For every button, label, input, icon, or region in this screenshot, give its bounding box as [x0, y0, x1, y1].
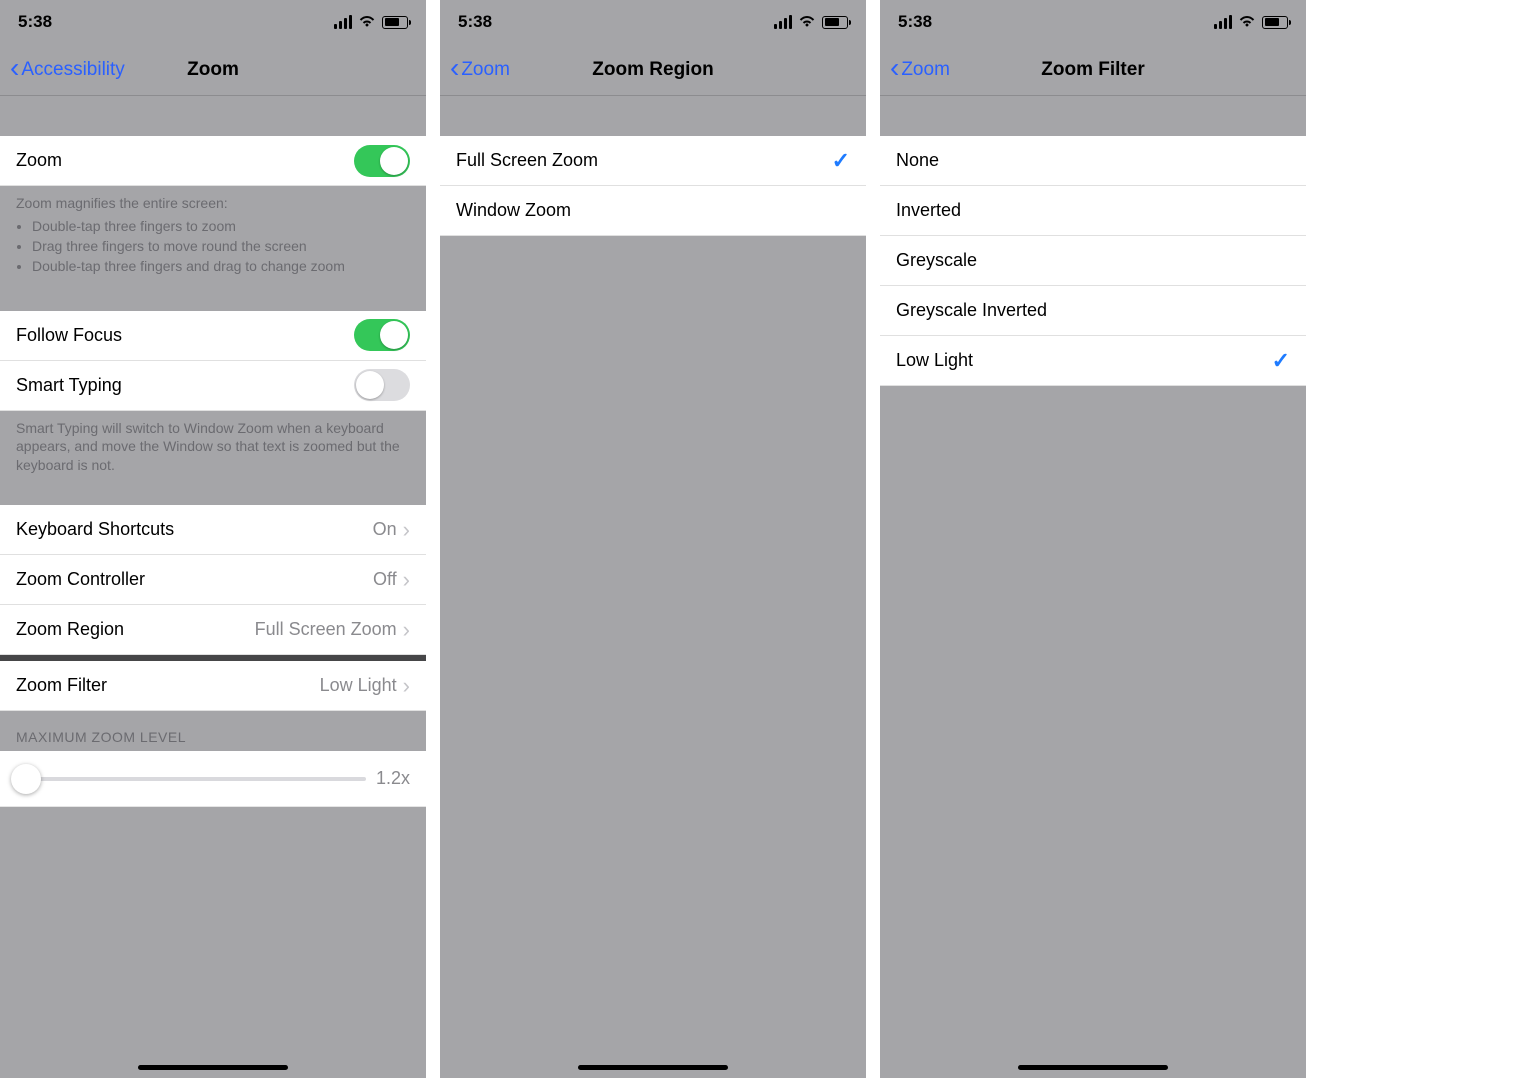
row-value: Off [373, 569, 397, 590]
row-label: Zoom [16, 150, 354, 171]
battery-icon [822, 16, 848, 29]
option-label: Low Light [896, 350, 1272, 371]
screen-zoom-filter: 5:38 ‹ Zoom Zoom Filter None Inverted Gr… [880, 0, 1306, 1078]
row-value: Low Light [320, 675, 397, 696]
max-zoom-slider-row[interactable]: 1.2x [0, 751, 426, 807]
wifi-icon [358, 12, 376, 32]
row-value: Full Screen Zoom [255, 619, 397, 640]
status-icons [774, 12, 848, 32]
option-low-light[interactable]: Low Light ✓ [880, 336, 1306, 386]
home-indicator[interactable] [138, 1065, 288, 1070]
cellular-icon [1214, 15, 1232, 29]
option-window-zoom[interactable]: Window Zoom [440, 186, 866, 236]
zoom-toggle-row[interactable]: Zoom [0, 136, 426, 186]
status-time: 5:38 [18, 12, 52, 32]
zoom-controller-row[interactable]: Zoom Controller Off › [0, 555, 426, 605]
page-title: Zoom [187, 59, 239, 81]
option-none[interactable]: None [880, 136, 1306, 186]
checkmark-icon: ✓ [1272, 348, 1290, 374]
option-greyscale-inverted[interactable]: Greyscale Inverted [880, 286, 1306, 336]
follow-focus-switch[interactable] [354, 319, 410, 351]
nav-bar: ‹ Zoom Zoom Filter [880, 44, 1306, 96]
chevron-left-icon: ‹ [10, 54, 19, 82]
chevron-right-icon: › [403, 517, 410, 543]
smart-typing-switch[interactable] [354, 369, 410, 401]
max-zoom-slider[interactable] [16, 777, 366, 781]
nav-bar: ‹ Zoom Zoom Region [440, 44, 866, 96]
cellular-icon [334, 15, 352, 29]
battery-icon [382, 16, 408, 29]
chevron-right-icon: › [403, 567, 410, 593]
row-value: On [373, 519, 397, 540]
status-icons [334, 12, 408, 32]
row-label: Keyboard Shortcuts [16, 519, 373, 540]
page-title: Zoom Region [592, 59, 713, 81]
chevron-right-icon: › [403, 673, 410, 699]
row-label: Smart Typing [16, 375, 354, 396]
row-label: Follow Focus [16, 325, 354, 346]
option-label: Inverted [896, 200, 1290, 221]
wifi-icon [1238, 12, 1256, 32]
row-label: Zoom Controller [16, 569, 373, 590]
zoom-region-row[interactable]: Zoom Region Full Screen Zoom › [0, 605, 426, 655]
option-label: Greyscale [896, 250, 1290, 271]
home-indicator[interactable] [1018, 1065, 1168, 1070]
wifi-icon [798, 12, 816, 32]
cellular-icon [774, 15, 792, 29]
smart-typing-row[interactable]: Smart Typing [0, 361, 426, 411]
zoom-switch[interactable] [354, 145, 410, 177]
nav-bar: ‹ Accessibility Zoom [0, 44, 426, 96]
status-icons [1214, 12, 1288, 32]
page-title: Zoom Filter [1041, 59, 1144, 81]
screen-zoom-settings: 5:38 ‹ Accessibility Zoom Zoom Zoom magn… [0, 0, 426, 1078]
option-full-screen-zoom[interactable]: Full Screen Zoom ✓ [440, 136, 866, 186]
option-inverted[interactable]: Inverted [880, 186, 1306, 236]
follow-focus-row[interactable]: Follow Focus [0, 311, 426, 361]
back-button[interactable]: ‹ Zoom [890, 44, 950, 95]
option-greyscale[interactable]: Greyscale [880, 236, 1306, 286]
keyboard-shortcuts-row[interactable]: Keyboard Shortcuts On › [0, 505, 426, 555]
zoom-description: Zoom magnifies the entire screen: Double… [0, 186, 426, 291]
option-label: None [896, 150, 1290, 171]
option-label: Full Screen Zoom [456, 150, 832, 171]
back-button[interactable]: ‹ Accessibility [10, 44, 125, 95]
row-label: Zoom Filter [16, 675, 320, 696]
chevron-right-icon: › [403, 617, 410, 643]
max-zoom-header: MAXIMUM ZOOM LEVEL [0, 711, 426, 751]
back-label: Zoom [901, 59, 950, 81]
status-time: 5:38 [458, 12, 492, 32]
zoom-filter-row[interactable]: Zoom Filter Low Light › [0, 661, 426, 711]
status-bar: 5:38 [880, 0, 1306, 44]
chevron-left-icon: ‹ [890, 54, 899, 82]
checkmark-icon: ✓ [832, 148, 850, 174]
smart-typing-description: Smart Typing will switch to Window Zoom … [0, 411, 426, 490]
back-label: Accessibility [21, 59, 124, 81]
back-label: Zoom [461, 59, 510, 81]
home-indicator[interactable] [578, 1065, 728, 1070]
option-label: Window Zoom [456, 200, 850, 221]
status-bar: 5:38 [0, 0, 426, 44]
option-label: Greyscale Inverted [896, 300, 1290, 321]
back-button[interactable]: ‹ Zoom [450, 44, 510, 95]
battery-icon [1262, 16, 1288, 29]
status-time: 5:38 [898, 12, 932, 32]
status-bar: 5:38 [440, 0, 866, 44]
max-zoom-value: 1.2x [376, 768, 410, 789]
screen-zoom-region: 5:38 ‹ Zoom Zoom Region Full Screen Zoom… [440, 0, 866, 1078]
chevron-left-icon: ‹ [450, 54, 459, 82]
row-label: Zoom Region [16, 619, 255, 640]
